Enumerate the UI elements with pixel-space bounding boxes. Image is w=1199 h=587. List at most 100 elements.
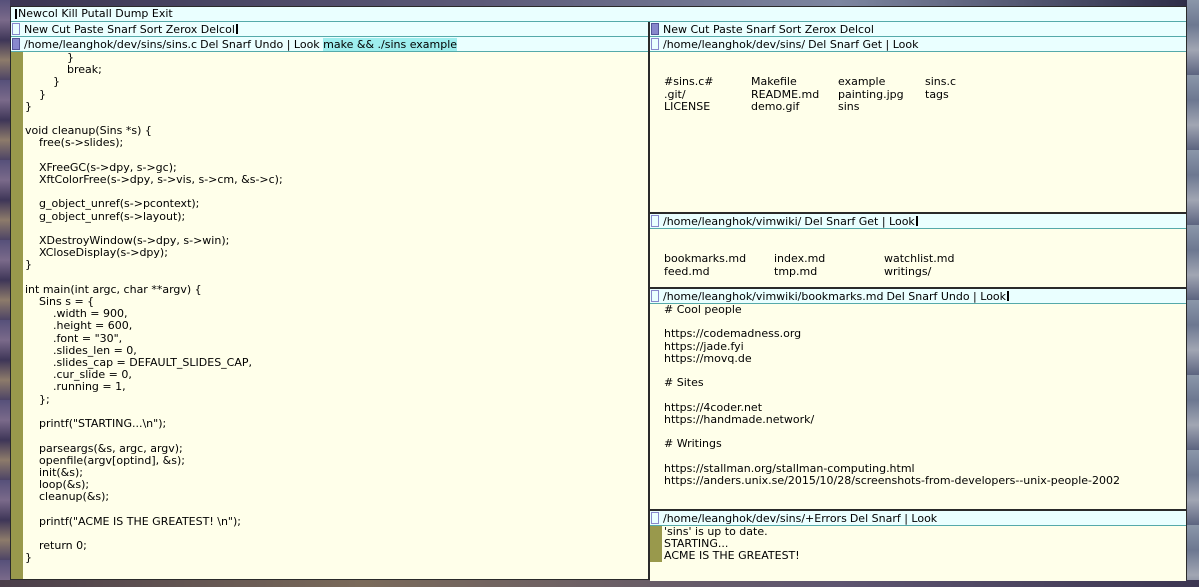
text-line[interactable]	[25, 504, 648, 516]
window-commands[interactable]: Del Snarf Get | Look	[804, 215, 914, 228]
text-line[interactable]: }	[25, 552, 648, 564]
text-line[interactable]: https://movq.de	[664, 352, 1186, 365]
window-tag-vimwiki-dir[interactable]: /home/leanghok/vimwiki/ Del Snarf Get | …	[650, 214, 1186, 229]
text-line[interactable]: XftColorFree(s->dpy, s->vis, s->cm, &s->…	[25, 173, 648, 186]
text-line[interactable]: }	[25, 259, 648, 271]
directory-entry[interactable]: tmp.md	[774, 265, 884, 278]
text-line[interactable]: https://codemadness.org	[664, 328, 1186, 340]
text-line[interactable]	[664, 389, 1186, 401]
directory-entry[interactable]: example	[838, 76, 925, 88]
text-line[interactable]: openfile(argv[optind], &s);	[25, 454, 648, 467]
text-line[interactable]	[25, 528, 648, 540]
directory-entry[interactable]: painting.jpg	[838, 88, 925, 101]
window-drag-box[interactable]	[651, 215, 659, 227]
directory-entry[interactable]: #sins.c#	[664, 76, 751, 88]
window-tag-errors[interactable]: /home/leanghok/dev/sins/+Errors Del Snar…	[650, 511, 1186, 526]
window-drag-box[interactable]	[651, 38, 659, 50]
text-line[interactable]: cleanup(&s);	[25, 491, 648, 503]
text-line[interactable]: g_object_unref(s->layout);	[25, 210, 648, 223]
selected-command[interactable]: make && ./sins example	[323, 37, 458, 51]
directory-entry[interactable]: sins.c	[925, 76, 1012, 88]
text-line[interactable]: # Cool people	[664, 304, 1186, 316]
directory-entry[interactable]: .git/	[664, 88, 751, 101]
text-line[interactable]: .height = 600,	[25, 320, 648, 332]
directory-entry[interactable]: Makefile	[751, 76, 838, 88]
directory-entry[interactable]: watchlist.md	[884, 253, 994, 265]
text-line[interactable]: https://anders.unix.se/2015/10/28/screen…	[664, 474, 1186, 487]
text-line[interactable]: printf("STARTING...\n");	[25, 417, 648, 430]
window-path[interactable]: /home/leanghok/dev/sins/sins.c	[24, 38, 200, 51]
directory-entry[interactable]: tags	[925, 88, 1012, 101]
right-column-tag-commands[interactable]: New Cut Paste Snarf Sort Zerox Delcol	[663, 23, 874, 36]
text-line[interactable]	[664, 365, 1186, 377]
window-path[interactable]: /home/leanghok/dev/sins/	[663, 38, 808, 51]
text-line[interactable]: https://handmade.network/	[664, 413, 1186, 426]
window-path[interactable]: /home/leanghok/vimwiki/	[663, 215, 804, 228]
scrollbar[interactable]	[650, 229, 662, 289]
window-path[interactable]: /home/leanghok/vimwiki/bookmarks.md	[663, 290, 886, 303]
text-line[interactable]: int main(int argc, char **argv) {	[25, 283, 648, 296]
bookmarks-text[interactable]: # Cool people https://codemadness.org htt…	[662, 304, 1186, 511]
directory-entry[interactable]: demo.gif	[751, 100, 838, 113]
text-line[interactable]: printf("ACME IS THE GREATEST! \n");	[25, 515, 648, 528]
scrollbar[interactable]	[650, 526, 662, 581]
directory-entry[interactable]: sins	[838, 100, 925, 113]
window-commands[interactable]: Del Snarf | Look	[850, 512, 937, 525]
text-line[interactable]: g_object_unref(s->pcontext);	[25, 198, 648, 210]
directory-entry[interactable]: bookmarks.md	[664, 253, 774, 265]
text-line[interactable]	[25, 150, 648, 162]
text-line[interactable]: # Sites	[664, 377, 1186, 389]
window-drag-box[interactable]	[12, 38, 20, 50]
main-tag[interactable]: Newcol Kill Putall Dump Exit	[11, 7, 1186, 22]
column-drag-box[interactable]	[651, 23, 659, 35]
window-tag-sins-dir[interactable]: /home/leanghok/dev/sins/ Del Snarf Get |…	[650, 37, 1186, 52]
text-line[interactable]: break;	[25, 63, 648, 76]
scrollbar[interactable]	[11, 52, 23, 579]
window-drag-box[interactable]	[651, 512, 659, 524]
text-line[interactable]: }	[25, 76, 648, 88]
text-line[interactable]: loop(&s);	[25, 478, 648, 491]
text-line[interactable]: return 0;	[25, 539, 648, 552]
directory-entry[interactable]	[925, 101, 1012, 113]
directory-entry[interactable]: writings/	[884, 265, 994, 278]
text-line[interactable]: free(s->slides);	[25, 137, 648, 149]
text-line[interactable]: https://4coder.net	[664, 401, 1186, 414]
text-line[interactable]: }	[25, 100, 648, 113]
text-line[interactable]: XCloseDisplay(s->dpy);	[25, 247, 648, 259]
window-commands[interactable]: Del Snarf Undo | Look	[886, 290, 1006, 303]
directory-entry[interactable]: index.md	[774, 253, 884, 265]
scrollbar-thumb[interactable]	[650, 562, 662, 581]
window-tag-sins-c[interactable]: /home/leanghok/dev/sins/sins.c Del Snarf…	[11, 37, 648, 52]
text-line[interactable]: # Writings	[664, 438, 1186, 450]
left-column-tag-commands[interactable]: New Cut Paste Snarf Sort Zerox Delcol	[24, 23, 235, 36]
text-line[interactable]: }	[25, 88, 648, 101]
text-line[interactable]: };	[25, 393, 648, 406]
directory-entry[interactable]: feed.md	[664, 265, 774, 278]
directory-entry[interactable]: LICENSE	[664, 100, 751, 113]
text-line[interactable]: https://jade.fyi	[664, 340, 1186, 353]
window-path[interactable]: /home/leanghok/dev/sins/+Errors	[663, 512, 850, 525]
text-line[interactable]: parseargs(&s, argc, argv);	[25, 442, 648, 455]
code-text[interactable]: } break; } }} void cleanup(Sins *s) { fr…	[23, 52, 648, 579]
window-drag-box[interactable]	[651, 290, 659, 302]
errors-text[interactable]: 'sins' is up to date. STARTING... ACME IS …	[662, 526, 1186, 581]
text-line[interactable]	[664, 426, 1186, 438]
main-tag-commands[interactable]: Newcol Kill Putall Dump Exit	[18, 7, 173, 20]
text-line[interactable]: 'sins' is up to date.	[664, 526, 1186, 538]
scrollbar[interactable]	[650, 304, 662, 511]
text-line[interactable]: init(&s);	[25, 466, 648, 479]
right-column-tag[interactable]: New Cut Paste Snarf Sort Zerox Delcol	[650, 22, 1186, 37]
left-column-tag[interactable]: New Cut Paste Snarf Sort Zerox Delcol	[11, 22, 648, 37]
text-line[interactable]: .running = 1,	[25, 381, 648, 393]
column-drag-box[interactable]	[12, 23, 20, 35]
window-commands[interactable]: Del Snarf Get | Look	[808, 38, 918, 51]
text-line[interactable]: ACME IS THE GREATEST!	[664, 550, 1186, 562]
text-line[interactable]	[25, 430, 648, 442]
window-commands[interactable]: Del Snarf Undo | Look	[200, 38, 320, 51]
scrollbar[interactable]	[650, 52, 662, 212]
text-line[interactable]: }	[25, 52, 648, 64]
directory-entry[interactable]: README.md	[751, 88, 838, 101]
text-line[interactable]	[664, 563, 1186, 575]
text-line[interactable]: https://stallman.org/stallman-computing.…	[664, 462, 1186, 475]
text-line[interactable]	[664, 450, 1186, 462]
